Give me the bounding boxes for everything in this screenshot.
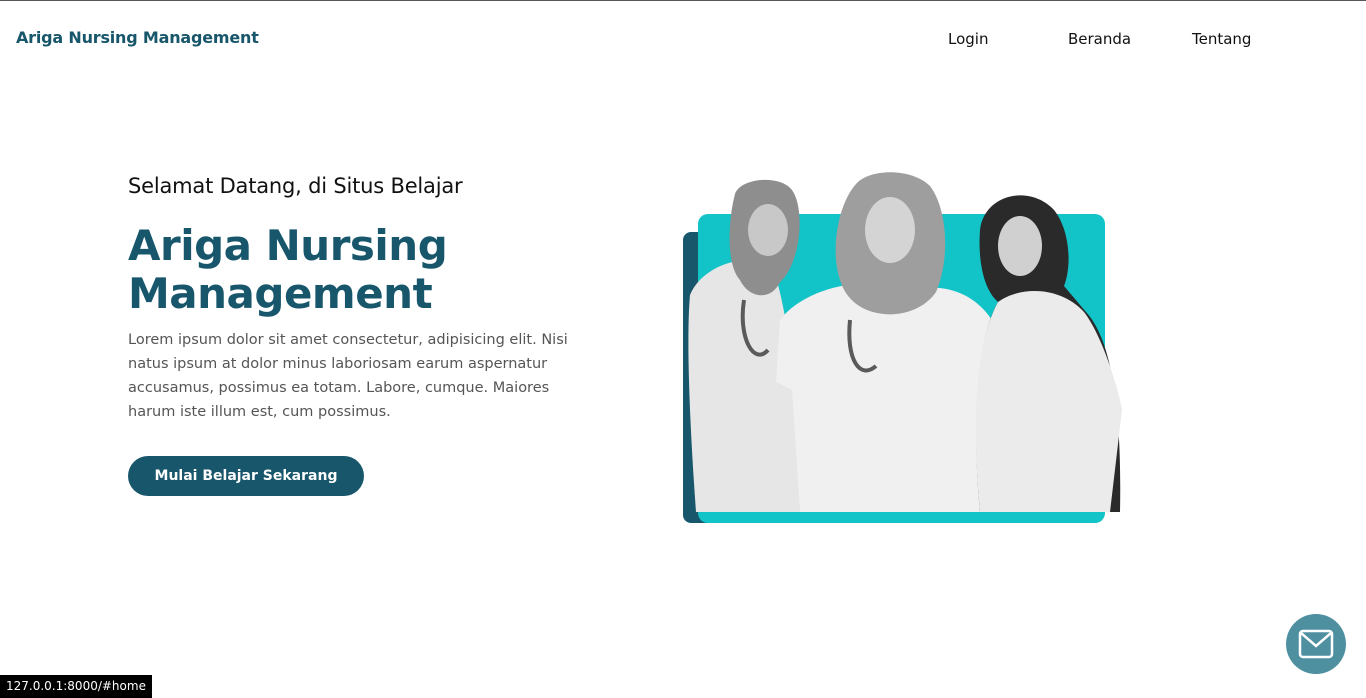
- hero-illustration: [683, 172, 1122, 523]
- start-learning-button[interactable]: Mulai Belajar Sekarang: [128, 456, 364, 496]
- hero-subtitle: Selamat Datang, di Situs Belajar: [128, 174, 463, 198]
- nav-tentang[interactable]: Tentang: [1192, 30, 1251, 48]
- hero-title: Ariga Nursing Management: [128, 221, 448, 318]
- brand-logo[interactable]: Ariga Nursing Management: [16, 28, 259, 47]
- status-bar-url: 127.0.0.1:8000/#home: [0, 675, 152, 698]
- nurses-photo: [688, 172, 1122, 512]
- mail-icon: [1298, 629, 1334, 659]
- nav-beranda[interactable]: Beranda: [1068, 30, 1131, 48]
- window-top-border: [0, 0, 1366, 1]
- hero-description: Lorem ipsum dolor sit amet consectetur, …: [128, 332, 568, 420]
- nav-login[interactable]: Login: [948, 30, 988, 48]
- contact-mail-button[interactable]: [1286, 614, 1346, 674]
